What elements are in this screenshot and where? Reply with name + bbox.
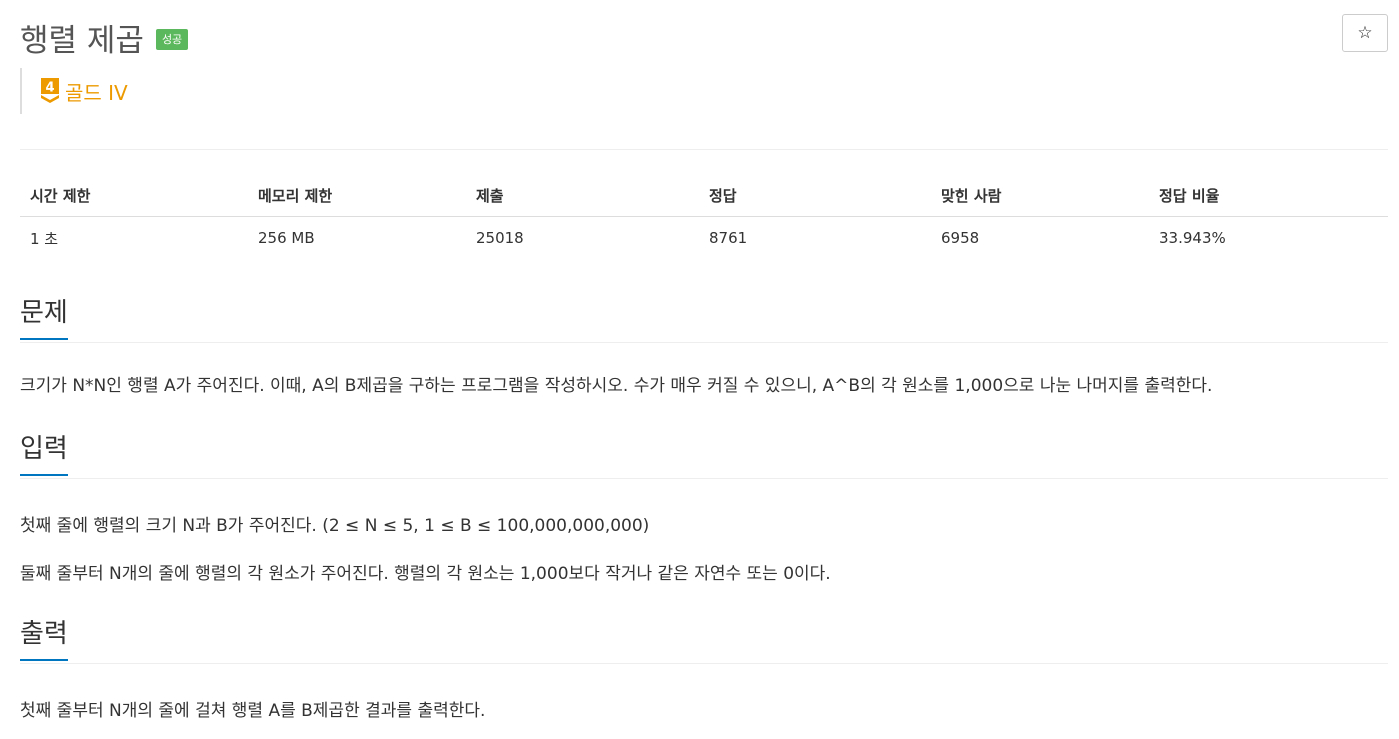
time-limit-value: 1 초 bbox=[30, 229, 59, 248]
problem-section: 문제 크기가 N*N인 행렬 A가 주어진다. 이때, A의 B제곱을 구하는 … bbox=[20, 296, 1388, 399]
input-text-line-1: 첫째 줄에 행렬의 크기 N과 B가 주어진다. (2 ≤ N ≤ 5, 1 ≤… bbox=[20, 516, 650, 536]
output-description: 첫째 줄부터 N개의 줄에 걸쳐 행렬 A를 B제곱한 결과를 출력한다. bbox=[20, 664, 1388, 724]
status-badge: 성공 bbox=[155, 28, 189, 50]
header-divider bbox=[20, 149, 1388, 150]
favorite-star-button[interactable]: ☆ bbox=[1342, 14, 1388, 52]
tier-number: 4 bbox=[45, 81, 54, 96]
output-section-header: 출력 bbox=[20, 617, 1388, 664]
star-icon: ☆ bbox=[1357, 23, 1373, 43]
solved-users-value[interactable]: 6958 bbox=[931, 217, 1149, 260]
table-row: 1 초 256 MB 25018 8761 6958 33.943% bbox=[20, 217, 1388, 260]
input-description: 첫째 줄에 행렬의 크기 N과 B가 주어진다. (2 ≤ N ≤ 5, 1 ≤… bbox=[20, 479, 1388, 587]
header-accept-ratio: 정답 비율 bbox=[1149, 174, 1388, 217]
gold-tier-icon: 4 bbox=[40, 77, 60, 105]
output-text: 첫째 줄부터 N개의 줄에 걸쳐 행렬 A를 B제곱한 결과를 출력한다. bbox=[20, 701, 486, 721]
tier-label[interactable]: 골드 IV bbox=[65, 77, 128, 106]
header-solved-users: 맞힌 사람 bbox=[931, 174, 1149, 217]
input-text-line-2: 둘째 줄부터 N개의 줄에 행렬의 각 원소가 주어진다. 행렬의 각 원소는 … bbox=[20, 564, 831, 584]
header-submissions: 제출 bbox=[466, 174, 699, 217]
problem-description: 크기가 N*N인 행렬 A가 주어진다. 이때, A의 B제곱을 구하는 프로그… bbox=[20, 343, 1388, 399]
table-header-row: 시간 제한 메모리 제한 제출 정답 맞힌 사람 정답 비율 bbox=[20, 174, 1388, 217]
title-row: 행렬 제곱 성공 bbox=[20, 14, 189, 60]
output-section-title: 출력 bbox=[20, 617, 68, 661]
accept-ratio-value: 33.943% bbox=[1159, 229, 1226, 247]
page-title: 행렬 제곱 bbox=[20, 22, 144, 59]
problem-section-title: 문제 bbox=[20, 296, 68, 340]
input-section-title: 입력 bbox=[20, 432, 68, 476]
accepted-value: 8761 bbox=[709, 229, 748, 247]
problem-text: 크기가 N*N인 행렬 A가 주어진다. 이때, A의 B제곱을 구하는 프로그… bbox=[20, 376, 1213, 396]
memory-limit-value: 256 MB bbox=[258, 229, 315, 247]
input-section: 입력 첫째 줄에 행렬의 크기 N과 B가 주어진다. (2 ≤ N ≤ 5, … bbox=[20, 432, 1388, 587]
problem-section-header: 문제 bbox=[20, 296, 1388, 343]
header-accepted: 정답 bbox=[699, 174, 931, 217]
input-section-header: 입력 bbox=[20, 432, 1388, 479]
tier-info: 4 골드 IV bbox=[20, 68, 128, 114]
submissions-value[interactable]: 25018 bbox=[466, 217, 699, 260]
header-memory-limit: 메모리 제한 bbox=[248, 174, 466, 217]
header-time-limit: 시간 제한 bbox=[20, 174, 248, 217]
output-section: 출력 첫째 줄부터 N개의 줄에 걸쳐 행렬 A를 B제곱한 결과를 출력한다. bbox=[20, 617, 1388, 724]
problem-info-table: 시간 제한 메모리 제한 제출 정답 맞힌 사람 정답 비율 1 초 256 M… bbox=[20, 174, 1388, 259]
